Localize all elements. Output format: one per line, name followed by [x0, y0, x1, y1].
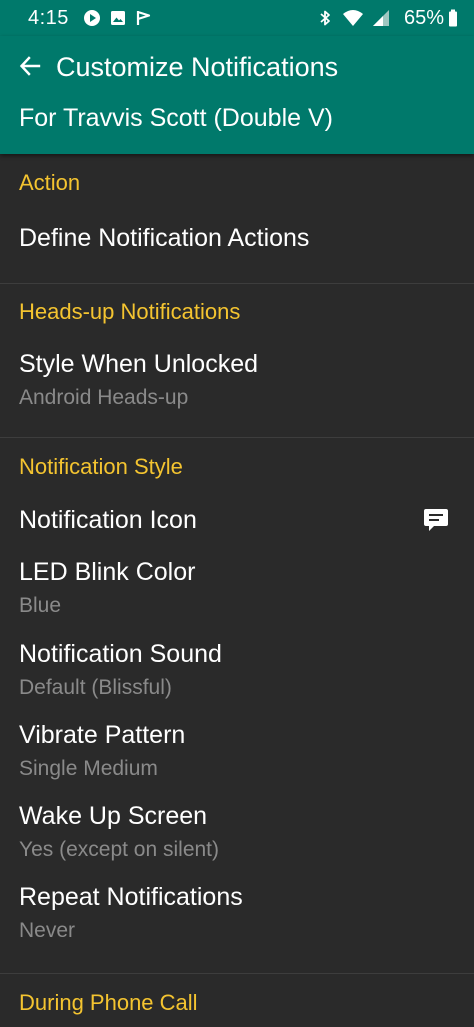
pref-repeat-notifications[interactable]: Repeat Notifications Never	[0, 875, 474, 955]
wifi-icon	[342, 9, 364, 27]
divider	[0, 283, 474, 284]
pref-summary: Never	[19, 919, 76, 942]
divider	[0, 437, 474, 438]
page-title: Customize Notifications	[56, 52, 339, 82]
pref-title: Notification Sound	[19, 640, 222, 668]
section-header-notification-style: Notification Style	[19, 454, 183, 479]
pref-title: Repeat Notifications	[19, 883, 243, 911]
image-icon	[109, 9, 127, 27]
arrow-left-icon	[19, 56, 41, 76]
pref-title: Vibrate Pattern	[19, 721, 186, 749]
pref-vibrate-pattern[interactable]: Vibrate Pattern Single Medium	[0, 713, 474, 793]
pref-led-blink-color[interactable]: LED Blink Color Blue	[0, 550, 474, 630]
pref-title: LED Blink Color	[19, 558, 196, 586]
pref-summary: Single Medium	[19, 757, 158, 780]
pref-style-when-unlocked[interactable]: Style When Unlocked Android Heads-up	[0, 340, 474, 430]
status-right-group: 65%	[316, 7, 458, 30]
page-subtitle: For Travvis Scott (Double V)	[19, 104, 333, 132]
battery-icon	[448, 9, 458, 27]
battery-percent: 65%	[403, 6, 444, 29]
pref-wake-up-screen[interactable]: Wake Up Screen Yes (except on silent)	[0, 794, 474, 874]
message-icon[interactable]	[422, 506, 450, 534]
section-header-heads-up: Heads-up Notifications	[19, 299, 241, 324]
pref-title: Notification Icon	[19, 506, 197, 534]
status-time: 4:15	[28, 6, 69, 29]
pref-notification-icon[interactable]: Notification Icon	[0, 496, 474, 548]
pref-notification-sound[interactable]: Notification Sound Default (Blissful)	[0, 632, 474, 712]
pref-title: Style When Unlocked	[19, 350, 259, 378]
app-bar: Customize Notifications For Travvis Scot…	[0, 36, 474, 154]
flag-icon	[135, 9, 153, 27]
pref-title: Wake Up Screen	[19, 802, 208, 830]
back-button[interactable]	[12, 48, 48, 84]
pref-define-notification-actions[interactable]: Define Notification Actions	[0, 214, 474, 280]
pref-summary: Blue	[19, 594, 62, 617]
play-circle-icon	[83, 9, 101, 27]
pref-title: Define Notification Actions	[19, 224, 310, 252]
section-header-action: Action	[19, 170, 81, 195]
bluetooth-icon	[316, 9, 334, 27]
pref-summary: Default (Blissful)	[19, 676, 172, 699]
status-bar: 4:15 65%	[0, 0, 474, 36]
pref-summary: Yes (except on silent)	[19, 838, 220, 861]
section-header-during-phone-call: During Phone Call	[19, 990, 198, 1015]
signal-icon	[372, 9, 390, 27]
divider	[0, 973, 474, 974]
pref-summary: Android Heads-up	[19, 386, 189, 409]
